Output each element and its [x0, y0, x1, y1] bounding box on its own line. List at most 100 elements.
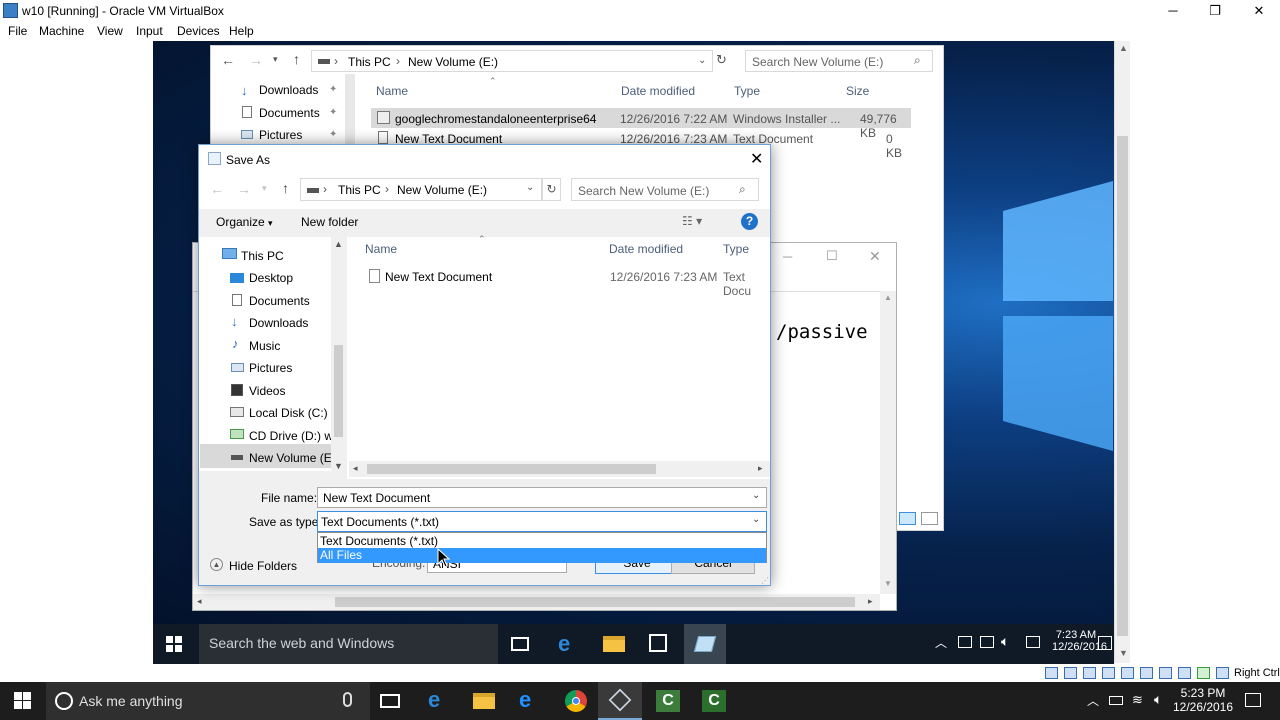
back-arrow-icon[interactable]: ← — [210, 181, 224, 197]
explorer-address-bar[interactable]: › This PC › New Volume (E:) ⌄ — [311, 50, 713, 72]
chevron-down-icon[interactable]: ⌄ — [698, 55, 706, 66]
refresh-icon[interactable]: ↻ — [716, 52, 727, 68]
new-folder-button[interactable]: New folder — [301, 215, 358, 229]
view-options-icon[interactable]: ☷ ▾ — [682, 214, 702, 228]
organize-button[interactable]: Organize ▾ — [216, 215, 273, 229]
menu-devices[interactable]: Devices — [177, 24, 220, 38]
menu-input[interactable]: Input — [136, 24, 163, 38]
file-horizontal-scrollbar[interactable]: ◂ ▸ — [349, 461, 770, 477]
dialog-address-bar[interactable]: › This PC › New Volume (E:) ⌄ — [300, 178, 542, 201]
column-type[interactable]: Type — [734, 84, 760, 98]
dialog-search-input[interactable]: Search New Volume (E:) ⌕ — [571, 178, 759, 201]
large-icons-view-icon[interactable] — [921, 512, 938, 525]
camtasia-icon[interactable]: C — [656, 690, 680, 712]
menu-view[interactable]: View — [97, 24, 123, 38]
nav-local-disk[interactable]: Local Disk (C:) — [249, 406, 328, 420]
optical-status-icon[interactable] — [1064, 667, 1077, 679]
up-arrow-icon[interactable]: ↑ — [282, 180, 289, 196]
quick-access-documents[interactable]: Documents — [259, 106, 320, 120]
breadcrumb-volume[interactable]: New Volume (E:) — [408, 55, 498, 69]
column-type[interactable]: Type — [723, 242, 749, 256]
cortana-search-box[interactable]: Ask me anything — [46, 682, 370, 720]
hdd-status-icon[interactable] — [1045, 667, 1058, 679]
display-status-icon[interactable] — [1159, 667, 1172, 679]
network-status-icon[interactable] — [1102, 667, 1115, 679]
notepad-taskbar-button[interactable] — [684, 624, 726, 664]
nav-pictures[interactable]: Pictures — [249, 361, 292, 375]
wifi-icon[interactable]: ≋ — [1132, 692, 1143, 708]
nav-downloads[interactable]: Downloads — [249, 316, 308, 330]
microphone-icon[interactable] — [343, 692, 352, 707]
recent-dropdown-icon[interactable]: ▾ — [262, 183, 267, 194]
breadcrumb-this-pc[interactable]: This PC — [348, 55, 391, 69]
nav-scrollbar[interactable]: ▲ ▼ — [331, 237, 346, 471]
recording-status-icon[interactable] — [1178, 667, 1191, 679]
file-explorer-icon[interactable] — [603, 636, 625, 652]
chevron-down-icon[interactable]: ⌄ — [526, 182, 534, 193]
recent-dropdown-icon[interactable]: ▾ — [273, 54, 278, 65]
chevron-up-icon[interactable]: ▲ — [210, 558, 223, 571]
host-vertical-scrollbar[interactable]: ▲ ▼ — [1114, 41, 1130, 663]
table-row[interactable]: googlechromestandaloneenterprise64 12/26… — [371, 108, 911, 140]
action-center-icon[interactable] — [1245, 693, 1261, 707]
start-windows-icon[interactable] — [166, 636, 182, 652]
guest-clock[interactable]: 7:23 AM 12/26/2016 — [1052, 629, 1107, 653]
nav-documents[interactable]: Documents — [249, 294, 310, 308]
menu-help[interactable]: Help — [229, 24, 254, 38]
notepad-minimize-button[interactable]: ─ — [783, 249, 792, 264]
task-view-icon[interactable] — [380, 694, 400, 708]
search-icon[interactable]: ⌕ — [914, 53, 921, 68]
save-as-type-select[interactable]: Text Documents (*.txt) ⌄ — [317, 511, 767, 532]
chevron-down-icon[interactable]: ⌄ — [752, 514, 760, 525]
help-icon[interactable]: ? — [741, 213, 758, 230]
forward-arrow-icon[interactable]: → — [237, 181, 251, 197]
notepad-horizontal-scrollbar[interactable]: ◂ ▸ — [193, 594, 880, 610]
nav-videos[interactable]: Videos — [249, 384, 285, 398]
internet-explorer-icon[interactable]: e — [519, 687, 531, 713]
audio-status-icon[interactable] — [1083, 667, 1096, 679]
column-name[interactable]: Name — [365, 242, 397, 256]
column-date-modified[interactable]: Date modified — [609, 242, 683, 256]
chevron-down-icon[interactable]: ⌄ — [752, 490, 760, 501]
nav-music[interactable]: Music — [249, 339, 280, 353]
network-icon[interactable] — [980, 636, 994, 648]
nav-scrollbar[interactable] — [345, 74, 355, 144]
keyboard-icon[interactable] — [1026, 636, 1040, 648]
option-all-files[interactable]: All Files — [318, 548, 766, 563]
minimize-button[interactable]: ─ — [1150, 2, 1196, 22]
notepad-maximize-button[interactable]: ☐ — [826, 248, 838, 264]
details-view-icon[interactable] — [899, 512, 916, 525]
mouse-integration-icon[interactable] — [1216, 667, 1229, 679]
resize-grip-icon[interactable]: ⋰ — [761, 576, 769, 585]
battery-icon[interactable] — [958, 636, 972, 648]
column-date-modified[interactable]: Date modified — [621, 84, 695, 98]
task-view-icon[interactable] — [511, 637, 529, 651]
refresh-icon[interactable]: ↻ — [542, 178, 561, 201]
restore-button[interactable]: ❐ — [1192, 2, 1238, 22]
breadcrumb-this-pc[interactable]: This PC — [338, 183, 381, 197]
quick-access-pictures[interactable]: Pictures — [259, 128, 302, 142]
column-name[interactable]: Name — [376, 84, 408, 98]
breadcrumb-volume[interactable]: New Volume (E:) — [397, 183, 487, 197]
up-arrow-icon[interactable]: ↑ — [293, 51, 300, 67]
guest-search-box[interactable]: Search the web and Windows — [199, 624, 498, 664]
close-button[interactable]: ✕ — [1236, 2, 1280, 22]
camtasia-recorder-icon[interactable]: C — [702, 690, 726, 712]
explorer-search-input[interactable]: Search New Volume (E:) ⌕ — [745, 50, 933, 72]
host-clock[interactable]: 5:23 PM 12/26/2016 — [1172, 686, 1234, 714]
notepad-close-button[interactable]: ✕ — [869, 248, 881, 265]
file-row[interactable]: New Text Document 12/26/2016 7:23 AM Tex… — [359, 265, 769, 298]
store-icon[interactable] — [649, 634, 667, 652]
notepad-vertical-scrollbar[interactable]: ▲ ▼ — [880, 291, 896, 594]
hide-folders-button[interactable]: Hide Folders — [229, 559, 297, 573]
column-size[interactable]: Size — [846, 84, 869, 98]
volume-icon[interactable]: 🔈︎ — [1001, 633, 1009, 650]
show-hidden-icons-icon[interactable]: ︿ — [1087, 692, 1099, 709]
battery-icon[interactable] — [1109, 696, 1123, 705]
nav-cd-drive[interactable]: CD Drive (D:) wir — [249, 429, 340, 443]
shared-folders-status-icon[interactable] — [1140, 667, 1153, 679]
notifications-icon[interactable] — [1098, 636, 1112, 650]
nav-desktop[interactable]: Desktop — [249, 271, 293, 285]
file-name-input[interactable]: New Text Document ⌄ — [317, 487, 767, 508]
search-icon[interactable]: ⌕ — [739, 182, 746, 197]
